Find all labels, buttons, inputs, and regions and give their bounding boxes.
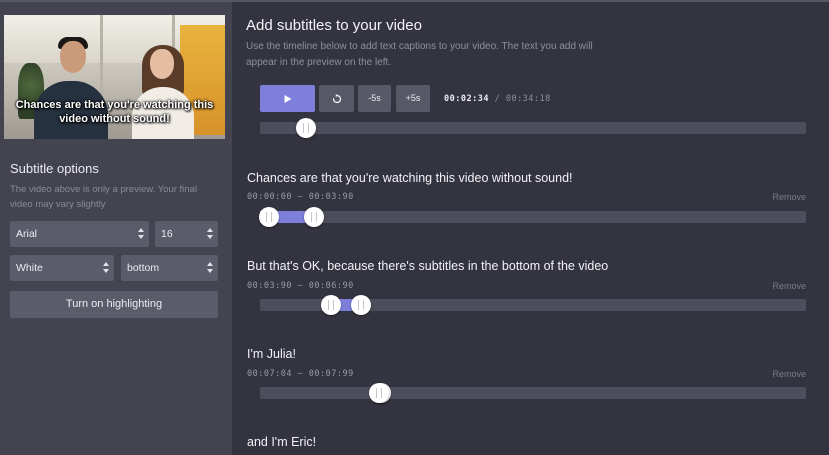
playhead-handle[interactable] — [296, 118, 317, 138]
subtitle-start-handle[interactable] — [259, 207, 279, 227]
subtitle-end-handle[interactable] — [351, 295, 372, 315]
forward-5s-button[interactable]: +5s — [396, 85, 430, 112]
select-arrows-icon — [138, 228, 145, 240]
subtitle-track[interactable] — [260, 295, 806, 315]
remove-subtitle-button[interactable]: Remove — [772, 281, 806, 291]
position-select[interactable]: bottom — [121, 255, 218, 281]
select-arrows-icon — [207, 228, 214, 240]
subtitle-track[interactable] — [259, 207, 806, 227]
font-select-value: Arial — [16, 228, 38, 240]
video-person-eric — [60, 41, 86, 73]
subtitle-track[interactable] — [260, 383, 806, 403]
remove-subtitle-button[interactable]: Remove — [772, 192, 806, 202]
current-time: 00:02:34 — [444, 94, 489, 104]
replay-button[interactable] — [319, 85, 354, 112]
position-value: bottom — [127, 262, 160, 274]
font-size-value: 16 — [161, 228, 173, 240]
select-arrows-icon — [103, 262, 110, 274]
video-person-julia — [150, 49, 174, 79]
time-display: 00:02:34 / 00:34:18 — [444, 94, 551, 104]
left-panel: Chances are that you're watching this vi… — [0, 2, 232, 455]
subtitle-time-range: 00:00:00 – 00:03:90 — [247, 192, 354, 202]
subtitle-time-range: 00:03:90 – 00:06:90 — [247, 281, 354, 291]
subtitle-text[interactable]: But that's OK, because there's subtitles… — [247, 259, 608, 273]
total-time: 00:34:18 — [505, 94, 551, 104]
play-button[interactable] — [260, 85, 315, 112]
subtitle-text[interactable]: and I'm Eric! — [247, 435, 316, 449]
time-separator: / — [494, 94, 501, 104]
subtitle-options-description: The video above is only a preview. Your … — [10, 184, 197, 210]
subtitle-end-handle[interactable] — [303, 207, 324, 227]
play-icon — [284, 94, 291, 103]
subtitle-time-range: 00:07:04 – 00:07:99 — [247, 369, 354, 379]
color-select[interactable]: White — [10, 255, 114, 281]
color-value: White — [16, 262, 43, 274]
editor-panel: Add subtitles to your video Use the time… — [232, 2, 829, 455]
editor-title: Add subtitles to your video — [246, 17, 422, 34]
select-arrows-icon — [207, 262, 214, 274]
subtitle-text[interactable]: I'm Julia! — [247, 347, 296, 361]
subtitle-text[interactable]: Chances are that you're watching this vi… — [247, 171, 573, 185]
replay-icon — [332, 93, 341, 103]
turn-on-highlighting-button[interactable]: Turn on highlighting — [10, 291, 218, 318]
font-size-select[interactable]: 16 — [155, 221, 218, 247]
font-select[interactable]: Arial — [10, 221, 149, 247]
subtitle-start-handle[interactable] — [320, 295, 341, 315]
remove-subtitle-button[interactable]: Remove — [772, 369, 806, 379]
video-caption: Chances are that you're watching this vi… — [15, 99, 214, 125]
timeline-track[interactable] — [260, 118, 806, 138]
subtitle-options-title: Subtitle options — [10, 161, 99, 176]
back-5s-button[interactable]: -5s — [358, 85, 391, 112]
editor-intro: Use the timeline below to add text capti… — [246, 41, 593, 68]
subtitle-editor-app: Chances are that you're watching this vi… — [0, 0, 829, 455]
video-preview[interactable]: Chances are that you're watching this vi… — [4, 15, 225, 139]
